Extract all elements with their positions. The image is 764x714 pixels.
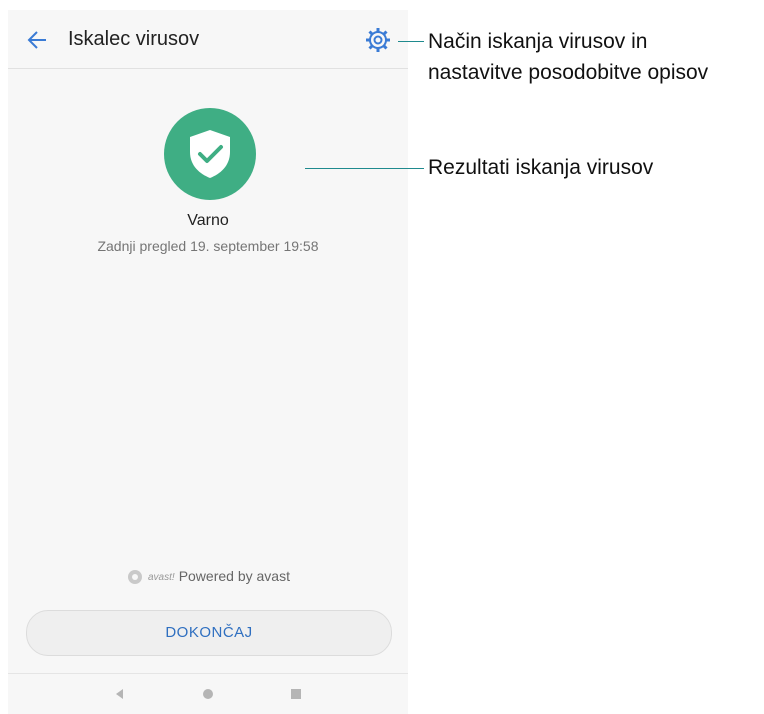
scan-result-badge (164, 108, 256, 200)
avast-logo-icon (128, 570, 142, 585)
nav-back-icon[interactable] (112, 686, 128, 702)
shield-check-icon (190, 130, 230, 178)
system-nav-bar (8, 673, 408, 714)
app-bar: Iskalec virusov (8, 10, 408, 69)
page-title: Iskalec virusov (68, 28, 200, 50)
last-scan-time: Zadnji pregled 19. september 19:58 (97, 238, 319, 254)
powered-by-label: Powered by avast (178, 568, 290, 584)
back-arrow-icon[interactable] (24, 26, 52, 54)
settings-callout-line1: Način iskanja virusov in (428, 30, 648, 53)
results-callout-line (305, 168, 424, 169)
settings-callout-line (398, 41, 424, 42)
phone-screen: Iskalec virusov Varno Zadnji pregled 19.… (8, 10, 408, 714)
results-callout: Rezultati iskanja virusov (428, 156, 654, 179)
settings-callout-line2: nastavitve posodobitve opisov (428, 61, 709, 84)
scan-status: Varno (187, 212, 229, 229)
nav-home-icon[interactable] (200, 686, 216, 702)
gear-icon[interactable] (364, 26, 392, 54)
avast-brand: avast! (148, 571, 175, 583)
done-button[interactable]: DOKONČAJ (26, 610, 392, 656)
nav-recents-icon[interactable] (288, 686, 304, 702)
powered-by: avast! Powered by avast (8, 568, 408, 586)
